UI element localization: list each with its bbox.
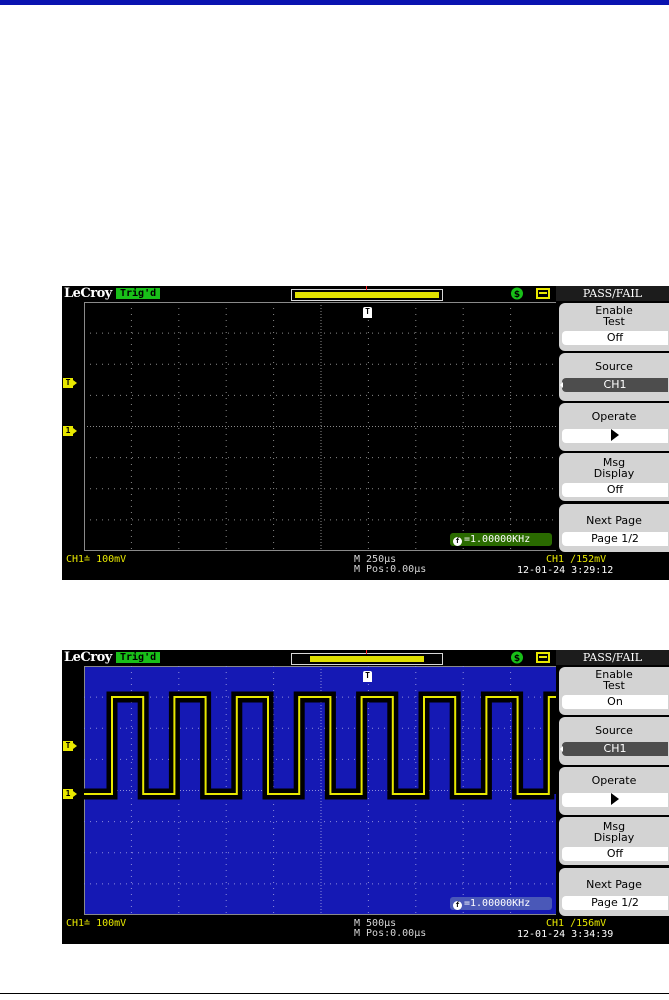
trigger-info: CH1 ∕152mV xyxy=(546,554,607,565)
display-label: Display xyxy=(593,467,635,480)
source-softkey[interactable]: Source CH1 xyxy=(559,717,669,765)
source-value: CH1 xyxy=(560,378,668,392)
top-rule xyxy=(0,0,669,5)
ch1-scale: CH1≐ 100mV xyxy=(66,554,127,565)
operate-value xyxy=(562,429,668,443)
brand-logo: LeCroy xyxy=(64,650,112,665)
play-icon xyxy=(611,793,619,805)
next-page-label: Next Page xyxy=(586,878,642,891)
oscilloscope-screen-1: LeCroy Trig'd $ T T 1 f =1.00000KHz PASS/… xyxy=(62,286,669,580)
operate-softkey[interactable]: Operate xyxy=(559,403,669,451)
usb-icon: $ xyxy=(511,287,523,300)
frequency-icon: f xyxy=(453,537,462,546)
frequency-counter: f =1.00000KHz xyxy=(450,533,552,546)
next-page-softkey[interactable]: Next Page Page 1/2 xyxy=(559,504,669,552)
trigger-time-marker: T xyxy=(363,307,372,318)
pass-fail-menu: PASS/FAIL Enable Test On Source CH1 Oper… xyxy=(556,650,669,917)
printer-icon xyxy=(536,288,550,299)
enable-test-softkey[interactable]: Enable Test On xyxy=(559,667,669,715)
trigger-position-marker xyxy=(366,286,367,290)
test-label: Test xyxy=(603,679,625,692)
source-label: Source xyxy=(595,360,633,373)
usb-icon: $ xyxy=(511,651,523,664)
memory-bar xyxy=(291,286,443,301)
brand-logo: LeCroy xyxy=(64,286,112,301)
trigger-level-marker: T xyxy=(63,378,77,388)
msg-display-value: Off xyxy=(562,847,668,861)
menu-title: PASS/FAIL xyxy=(556,286,669,301)
trigger-status-badge: Trig'd xyxy=(116,288,161,299)
trigger-time-marker: T xyxy=(363,671,372,682)
trigger-position-marker xyxy=(366,650,367,654)
operate-value xyxy=(562,793,668,807)
source-softkey[interactable]: Source CH1 xyxy=(559,353,669,401)
frequency-icon: f xyxy=(453,901,462,910)
frequency-counter: f =1.00000KHz xyxy=(450,897,552,910)
msg-display-softkey[interactable]: Msg Display Off xyxy=(559,817,669,865)
frequency-value: =1.00000KHz xyxy=(464,898,531,909)
msg-display-value: Off xyxy=(562,483,668,497)
test-label: Test xyxy=(603,315,625,328)
datetime: 12-01-24 3:29:12 xyxy=(517,565,614,576)
printer-icon xyxy=(536,652,550,663)
channel-1-marker: 1 xyxy=(63,789,77,799)
bottom-rule xyxy=(0,993,669,994)
trigger-level-marker: T xyxy=(63,741,77,751)
memory-window xyxy=(310,656,424,662)
status-header: LeCroy Trig'd $ xyxy=(62,286,556,301)
trigger-info: CH1 ∕156mV xyxy=(546,918,607,929)
play-icon xyxy=(611,429,619,441)
display-label: Display xyxy=(593,831,635,844)
memory-window xyxy=(295,292,439,298)
status-footer: CH1≐ 100mV M 250μs M Pos:0.00μs CH1 ∕152… xyxy=(62,553,669,580)
memory-bar xyxy=(291,650,443,665)
source-label: Source xyxy=(595,724,633,737)
operate-label: Operate xyxy=(591,410,637,423)
status-footer: CH1≐ 100mV M 500μs M Pos:0.00μs CH1 ∕156… xyxy=(62,917,669,944)
status-header: LeCroy Trig'd $ xyxy=(62,650,556,665)
graticule xyxy=(84,302,558,551)
graticule xyxy=(84,666,558,915)
svg-text:$: $ xyxy=(514,290,520,300)
oscilloscope-screen-2: LeCroy Trig'd $ T T 1 f =1.00000KHz PASS/… xyxy=(62,650,669,944)
operate-softkey[interactable]: Operate xyxy=(559,767,669,815)
next-page-softkey[interactable]: Next Page Page 1/2 xyxy=(559,868,669,916)
ch1-scale: CH1≐ 100mV xyxy=(66,918,127,929)
next-page-label: Next Page xyxy=(586,514,642,527)
msg-display-softkey[interactable]: Msg Display Off xyxy=(559,453,669,501)
datetime: 12-01-24 3:34:39 xyxy=(517,929,614,940)
enable-test-value: On xyxy=(562,695,668,709)
trigger-status-badge: Trig'd xyxy=(116,652,161,663)
menu-title: PASS/FAIL xyxy=(556,650,669,665)
enable-test-softkey[interactable]: Enable Test Off xyxy=(559,303,669,351)
channel-1-marker: 1 xyxy=(63,426,77,436)
operate-label: Operate xyxy=(591,774,637,787)
page-indicator: Page 1/2 xyxy=(562,896,668,910)
pass-fail-menu: PASS/FAIL Enable Test Off Source CH1 Ope… xyxy=(556,286,669,553)
source-value: CH1 xyxy=(560,742,668,756)
horizontal-position: M Pos:0.00μs xyxy=(354,564,427,575)
frequency-value: =1.00000KHz xyxy=(464,534,531,545)
horizontal-position: M Pos:0.00μs xyxy=(354,928,427,939)
svg-text:$: $ xyxy=(514,654,520,664)
enable-test-value: Off xyxy=(562,331,668,345)
page-indicator: Page 1/2 xyxy=(562,532,668,546)
